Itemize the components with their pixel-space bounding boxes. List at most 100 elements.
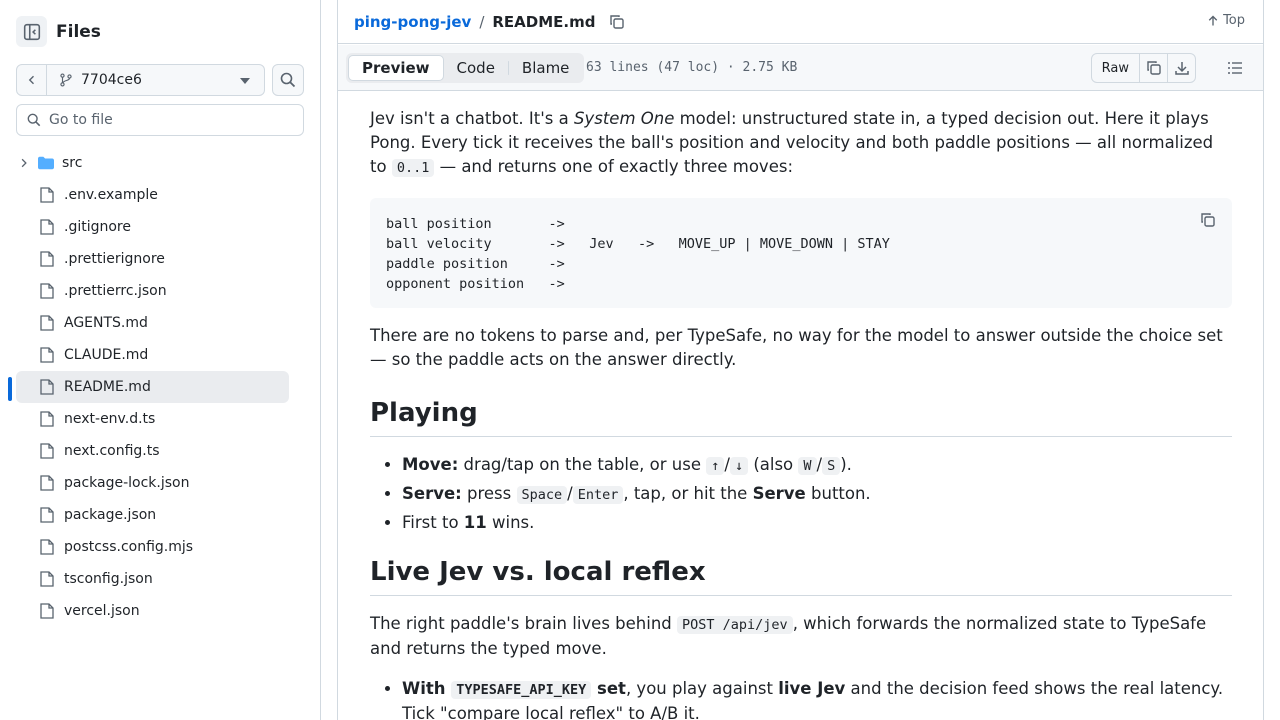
- tree-item-label: .gitignore: [64, 219, 131, 235]
- tree-item-label: next-env.d.ts: [64, 411, 156, 427]
- text: (also: [748, 455, 799, 474]
- download-button[interactable]: [1167, 54, 1195, 82]
- tree-file-package-json[interactable]: package.json: [16, 499, 289, 531]
- text: press: [461, 484, 517, 503]
- list-item: First to 11 wins.: [402, 511, 1232, 535]
- raw-button[interactable]: Raw: [1092, 54, 1139, 82]
- playing-list: Move: drag/tap on the table, or use ↑/↓ …: [402, 453, 1232, 535]
- tree-file-package-lock[interactable]: package-lock.json: [16, 467, 289, 499]
- branch-selector[interactable]: 7704ce6: [47, 64, 265, 96]
- kbd: ↑: [706, 457, 725, 475]
- tab-blame[interactable]: Blame: [509, 55, 583, 81]
- selected-indicator: [8, 377, 12, 401]
- collapse-sidebar-button[interactable]: [16, 16, 47, 47]
- paragraph: There are no tokens to parse and, per Ty…: [370, 326, 1223, 369]
- tree-item-label: vercel.json: [64, 603, 140, 619]
- bold-text: 11: [463, 513, 487, 532]
- file-icon: [40, 187, 56, 203]
- go-to-file-field[interactable]: [16, 104, 304, 136]
- back-button[interactable]: [16, 64, 47, 96]
- copy-raw-button[interactable]: [1139, 54, 1167, 82]
- code-line: paddle position ->: [386, 256, 565, 272]
- copy-path-button[interactable]: [609, 14, 625, 30]
- code-line: ball velocity -> Jev -> MOVE_UP | MOVE_D…: [386, 236, 890, 252]
- intro-paragraph: Jev isn't a chatbot. It's a System One m…: [370, 107, 1232, 180]
- file-icon: [40, 219, 56, 235]
- code-line: opponent position ->: [386, 276, 565, 292]
- tree-file-gitignore[interactable]: .gitignore: [16, 211, 289, 243]
- tree-file-prettierrc[interactable]: .prettierrc.json: [16, 275, 289, 307]
- tree-item-label: package-lock.json: [64, 475, 190, 491]
- file-icon: [40, 507, 56, 523]
- tree-file-claude-md[interactable]: CLAUDE.md: [16, 339, 289, 371]
- tree-item-label: .env.example: [64, 187, 158, 203]
- tree-item-label: postcss.config.mjs: [64, 539, 194, 555]
- file-actions: Raw: [1090, 53, 1196, 83]
- chevron-right-icon[interactable]: [16, 158, 32, 168]
- tree-item-label: README.md: [64, 379, 151, 395]
- branch-name: 7704ce6: [81, 72, 142, 88]
- tree-file-vercel-json[interactable]: vercel.json: [16, 595, 289, 627]
- outline-button[interactable]: [1227, 60, 1243, 80]
- file-icon: [40, 539, 56, 555]
- copy-icon: [1146, 61, 1161, 75]
- text: ).: [840, 455, 852, 474]
- tree-file-env-example[interactable]: .env.example: [16, 179, 289, 211]
- top-button[interactable]: Top: [1207, 13, 1245, 28]
- tree-file-agents-md[interactable]: AGENTS.md: [16, 307, 289, 339]
- breadcrumb-repo-link[interactable]: ping-pong-jev: [354, 13, 471, 31]
- breadcrumb-file: README.md: [492, 12, 596, 31]
- tree-item-label: next.config.ts: [64, 443, 160, 459]
- file-icon: [40, 443, 56, 459]
- text: Jev isn't a chatbot. It's a: [370, 109, 574, 128]
- search-icon: [27, 113, 41, 127]
- file-icon: [40, 251, 56, 267]
- tree-file-postcss-config[interactable]: postcss.config.mjs: [16, 531, 289, 563]
- text: , tap, or hit the: [623, 484, 753, 503]
- kbd: S: [822, 457, 841, 475]
- file-tree: src .env.example .gitignore .prettierign…: [8, 147, 289, 627]
- kbd: Enter: [572, 486, 624, 504]
- text: wins.: [486, 513, 535, 532]
- text: drag/tap on the table, or use: [458, 455, 707, 474]
- tab-preview[interactable]: Preview: [348, 55, 444, 81]
- inline-code: POST /api/jev: [677, 616, 793, 634]
- list-unordered-icon: [1228, 62, 1242, 74]
- tree-item-label: AGENTS.md: [64, 315, 148, 331]
- sidebar-header: Files: [16, 16, 101, 47]
- tree-folder-src[interactable]: src: [16, 147, 289, 179]
- file-icon: [40, 411, 56, 427]
- text: — and returns one of exactly three moves…: [434, 157, 794, 176]
- tree-item-label: src: [62, 155, 83, 171]
- copy-icon: [1201, 213, 1215, 227]
- branch-row: 7704ce6: [16, 64, 265, 96]
- file-icon: [40, 571, 56, 587]
- copy-code-button[interactable]: [1200, 212, 1216, 232]
- tree-item-label: .prettierrc.json: [64, 283, 167, 299]
- file-tree-sidebar: Files 7704ce6 src .env.example .gitignor: [0, 0, 321, 720]
- tree-file-next-config[interactable]: next.config.ts: [16, 435, 289, 467]
- code-block: ball position -> ball velocity -> Jev ->…: [370, 198, 1232, 308]
- bold-text: set: [591, 679, 626, 698]
- list-item: Serve: press Space/Enter, tap, or hit th…: [402, 482, 1232, 507]
- tree-file-prettierignore[interactable]: .prettierignore: [16, 243, 289, 275]
- bold-text: With: [402, 679, 452, 698]
- text: First to: [402, 513, 464, 532]
- go-to-file-input[interactable]: [49, 112, 289, 128]
- kbd: ↓: [729, 457, 749, 475]
- code-line: ball position ->: [386, 216, 565, 232]
- search-button[interactable]: [272, 64, 304, 96]
- breadcrumb: ping-pong-jev / README.md Top: [338, 0, 1263, 44]
- tree-file-next-env[interactable]: next-env.d.ts: [16, 403, 289, 435]
- text: , you play against: [625, 679, 779, 698]
- git-branch-icon: [60, 73, 72, 87]
- file-icon: [40, 347, 56, 363]
- tab-code[interactable]: Code: [444, 55, 508, 81]
- bold-text: Serve: [752, 484, 806, 503]
- file-info: 63 lines (47 loc) · 2.75 KB: [586, 60, 798, 75]
- bold-text: Move:: [402, 455, 459, 474]
- list-item: With TYPESAFE_API_KEY set, you play agai…: [402, 677, 1232, 720]
- tree-file-readme-md[interactable]: README.md: [8, 371, 289, 403]
- tree-file-tsconfig[interactable]: tsconfig.json: [16, 563, 289, 595]
- heading-playing: Playing: [370, 398, 1232, 437]
